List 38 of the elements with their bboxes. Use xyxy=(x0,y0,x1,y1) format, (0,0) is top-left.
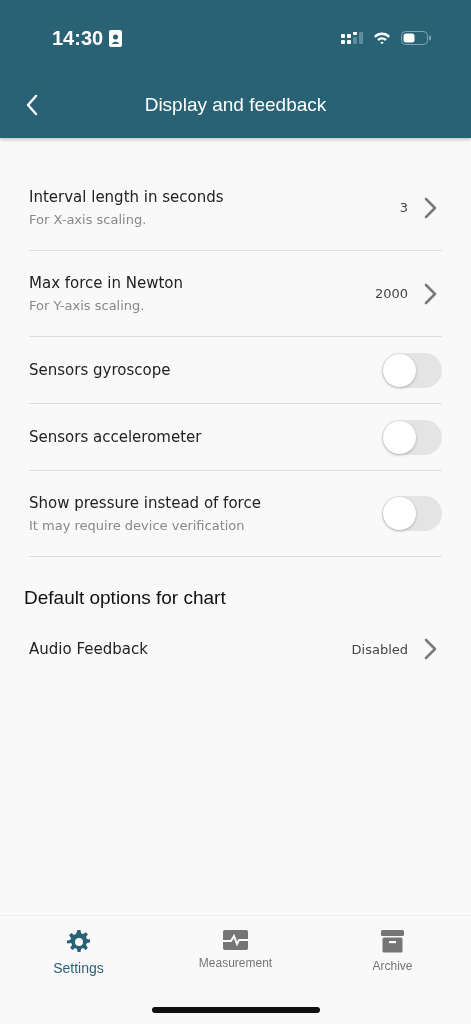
setting-label: Interval length in seconds xyxy=(29,188,225,206)
tab-item[interactable]: Measurement xyxy=(157,916,314,970)
section-heading: Default options for chart xyxy=(24,587,227,609)
settings-row[interactable]: Audio Feedback Disabled xyxy=(29,621,442,677)
settings-row[interactable]: Show pressure instead of force It may require device verification xyxy=(29,471,442,557)
setting-description: For X-axis scaling. xyxy=(29,212,148,227)
settings-row[interactable]: Interval length in seconds For X-axis scaling. 3 xyxy=(29,165,442,251)
chevron-icon xyxy=(424,196,437,219)
setting-label: Audio Feedback xyxy=(29,640,149,658)
toggle-switch[interactable] xyxy=(382,352,442,388)
setting-value: 2000 xyxy=(374,286,408,301)
status-time: 14:30 xyxy=(52,26,104,50)
settings-row[interactable]: Sensors accelerometer xyxy=(29,404,442,471)
toggle-switch[interactable] xyxy=(382,419,442,455)
setting-label: Max force in Newton xyxy=(29,274,185,292)
chevron-icon xyxy=(424,282,437,305)
settings-row[interactable]: Sensors gyroscope xyxy=(29,337,442,404)
setting-description: It may require device verification xyxy=(29,518,246,533)
setting-label: Sensors gyroscope xyxy=(29,361,172,379)
setting-description: For Y-axis scaling. xyxy=(29,298,146,313)
archive-box-icon xyxy=(381,930,404,953)
chevron-icon xyxy=(424,638,437,660)
gear-icon xyxy=(66,930,91,954)
setting-label: Sensors accelerometer xyxy=(29,428,203,446)
toggle-switch[interactable] xyxy=(382,496,442,531)
setting-label: Show pressure instead of force xyxy=(29,494,262,512)
pulse-monitor-icon xyxy=(223,930,248,950)
setting-value: Disabled xyxy=(351,641,408,657)
battery-icon xyxy=(401,31,431,45)
settings-row[interactable]: Max force in Newton For Y-axis scaling. 2000 xyxy=(29,251,442,337)
back-icon xyxy=(25,94,39,116)
tab-item[interactable]: Archive xyxy=(314,916,471,973)
wifi-icon xyxy=(373,31,391,45)
id-card-icon xyxy=(109,29,123,47)
setting-value: 3 xyxy=(399,200,408,215)
screen-title: Display and feedback xyxy=(144,94,327,116)
tab-item[interactable]: Settings xyxy=(0,916,157,976)
signal-icon xyxy=(341,32,363,44)
